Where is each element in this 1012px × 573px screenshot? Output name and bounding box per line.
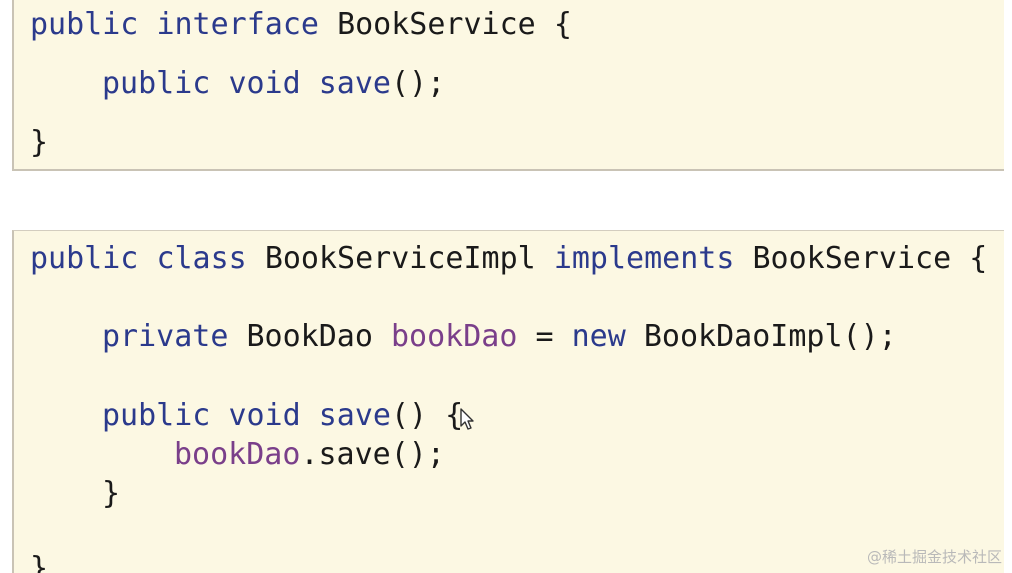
mouse-pointer-icon <box>460 408 474 430</box>
type-name: BookService <box>337 7 536 42</box>
punctuation: () { <box>391 398 464 433</box>
brace: { <box>969 241 988 276</box>
brace: } <box>30 125 49 160</box>
punctuation: (); <box>391 66 446 101</box>
code-line-method-close: } <box>102 476 120 512</box>
keyword: class <box>156 241 247 276</box>
operator: = <box>535 319 554 354</box>
brace: { <box>553 7 572 42</box>
interface-code-block: public interface BookService { public vo… <box>12 0 1004 171</box>
type-name: BookDao <box>246 319 373 354</box>
keyword: void <box>228 66 301 101</box>
code-line-method-decl: public void save(); <box>102 66 445 102</box>
code-line-method-impl: public void save() { <box>102 398 463 434</box>
brace: } <box>102 476 121 511</box>
impl-code-block: public class BookServiceImpl implements … <box>12 230 1004 573</box>
keyword: public <box>102 398 211 433</box>
code-screenshot: public interface BookService { public vo… <box>0 0 1012 573</box>
code-line-class-close: } <box>30 551 48 573</box>
keyword: public <box>30 7 139 42</box>
code-line-class-decl: public class BookServiceImpl implements … <box>30 241 987 277</box>
field-name: bookDao <box>174 437 301 472</box>
watermark: @稀土掘金技术社区 <box>866 548 1002 566</box>
code-line-method-body: bookDao.save(); <box>174 437 445 473</box>
type-name: BookServiceImpl <box>264 241 536 276</box>
keyword: interface <box>156 7 319 42</box>
method-name: save <box>318 398 391 433</box>
code-line-interface-decl: public interface BookService { <box>30 7 572 43</box>
keyword: public <box>30 241 139 276</box>
type-name: BookService <box>752 241 952 276</box>
keyword: new <box>571 319 626 354</box>
keyword: public <box>102 66 211 101</box>
constructor-call: BookDaoImpl(); <box>643 319 897 354</box>
method-name: save <box>318 66 391 101</box>
method-call: .save(); <box>300 437 445 472</box>
brace: } <box>30 551 49 573</box>
keyword: void <box>228 398 301 433</box>
keyword: implements <box>553 241 735 276</box>
code-line-field-decl: private BookDao bookDao = new BookDaoImp… <box>102 319 897 355</box>
keyword: private <box>102 319 229 354</box>
code-line-closing-brace: } <box>30 125 48 161</box>
field-name: bookDao <box>391 319 518 354</box>
